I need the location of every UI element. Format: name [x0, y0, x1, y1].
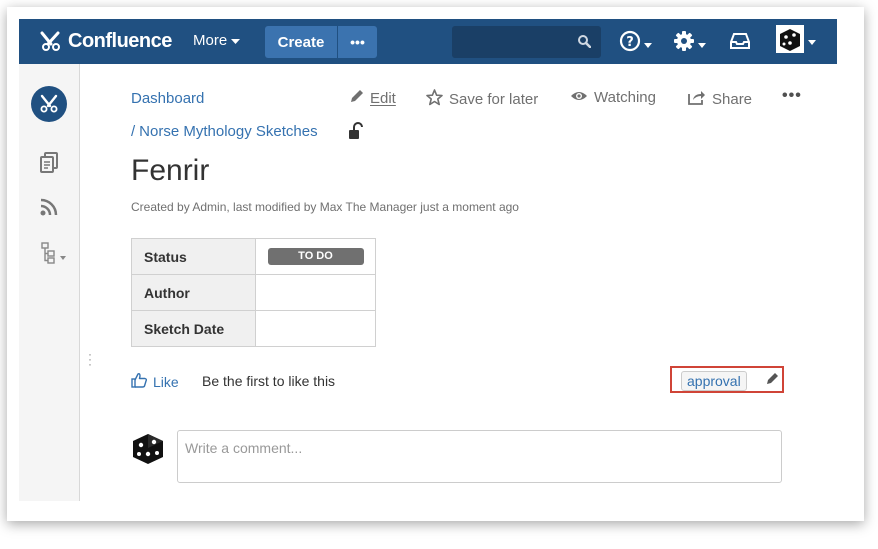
blog-link[interactable]	[39, 197, 59, 222]
share-icon	[688, 89, 706, 109]
comment-input[interactable]	[177, 430, 782, 483]
breadcrumb: / Norse Mythology Sketches	[131, 123, 318, 140]
property-key: Sketch Date	[131, 310, 256, 347]
property-value	[255, 274, 376, 311]
gear-icon	[673, 30, 695, 57]
unlock-icon[interactable]	[348, 122, 364, 145]
help-icon: ?	[619, 30, 641, 57]
property-value: TO DO	[255, 238, 376, 275]
avatar	[776, 24, 804, 58]
more-menu[interactable]: More	[193, 32, 241, 49]
eye-icon	[570, 89, 588, 106]
notifications-button[interactable]	[729, 31, 751, 56]
save-for-later-button[interactable]: Save for later	[426, 89, 538, 110]
space-logo[interactable]	[31, 86, 67, 122]
share-button[interactable]: Share	[688, 89, 752, 109]
edit-button[interactable]: Edit	[349, 89, 396, 108]
property-key: Status	[131, 238, 256, 275]
share-label: Share	[712, 90, 753, 108]
breadcrumb-space[interactable]: Norse Mythology Sketches	[139, 123, 317, 140]
settings-menu[interactable]	[673, 30, 706, 57]
top-navigation-bar: Confluence More Create ••• ?	[19, 19, 837, 64]
more-menu-label: More	[193, 32, 228, 49]
chevron-down-icon	[808, 32, 816, 50]
edit-labels-button[interactable]	[766, 372, 779, 390]
page-byline: Created by Admin, last modified by Max T…	[131, 200, 519, 214]
table-row: Sketch Date	[131, 310, 376, 347]
property-value	[255, 310, 376, 347]
confluence-logo[interactable]: Confluence	[39, 29, 172, 53]
chevron-down-icon	[644, 35, 652, 53]
inbox-icon	[729, 33, 751, 55]
table-row: Status TO DO	[131, 238, 376, 275]
avatar	[130, 430, 166, 471]
table-row: Author	[131, 274, 376, 311]
status-badge: TO DO	[267, 248, 364, 265]
chevron-down-icon	[60, 247, 66, 265]
breadcrumb-dashboard[interactable]: Dashboard	[131, 90, 204, 107]
save-for-later-label: Save for later	[449, 91, 539, 108]
pencil-icon	[766, 372, 779, 389]
help-menu[interactable]: ?	[619, 30, 652, 57]
user-menu[interactable]	[776, 24, 816, 58]
property-key: Author	[131, 274, 256, 311]
like-button[interactable]: Like	[131, 372, 179, 391]
page-tree-toggle[interactable]	[41, 242, 66, 269]
page-title: Fenrir	[131, 154, 210, 187]
like-message: Be the first to like this	[202, 373, 336, 389]
pages-icon	[39, 152, 59, 178]
watching-label: Watching	[594, 89, 656, 106]
breadcrumb-separator: /	[131, 123, 136, 140]
chevron-down-icon	[231, 32, 241, 49]
sidebar-resize-handle[interactable]: · · ·	[88, 348, 92, 370]
rss-icon	[39, 198, 59, 221]
search-icon	[578, 35, 592, 53]
more-actions-button[interactable]: •••	[782, 87, 802, 105]
space-sidebar	[19, 64, 80, 501]
create-button[interactable]: Create	[265, 26, 337, 58]
page-tree-icon	[41, 242, 55, 269]
pages-link[interactable]	[39, 152, 59, 179]
page-properties-table: Status TO DO Author Sketch Date	[131, 238, 376, 347]
thumbs-up-icon	[131, 372, 148, 391]
star-icon	[426, 89, 443, 110]
edit-label: Edit	[370, 90, 396, 107]
create-more-button[interactable]: •••	[338, 26, 377, 58]
like-label: Like	[153, 373, 179, 390]
search-input[interactable]	[452, 26, 601, 58]
app-name: Confluence	[68, 29, 172, 52]
confluence-logo-icon	[39, 30, 65, 52]
svg-text:?: ?	[626, 35, 634, 50]
chevron-down-icon	[698, 35, 706, 53]
pencil-icon	[349, 89, 364, 108]
label-chip[interactable]: approval	[681, 371, 747, 391]
watching-button[interactable]: Watching	[570, 89, 656, 106]
